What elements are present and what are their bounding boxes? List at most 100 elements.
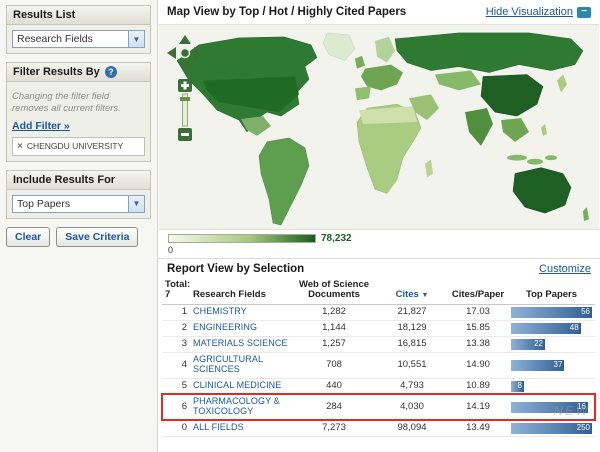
chevron-down-icon: ▼ [128, 31, 144, 47]
results-list-dropdown[interactable]: Research Fields ▼ [12, 30, 145, 48]
wos-documents-value: 1,144 [292, 320, 376, 337]
research-field-link[interactable]: AGRICULTURAL SCIENCES [193, 354, 263, 374]
world-map[interactable] [159, 24, 599, 230]
field-cell: ENGINEERING [190, 320, 292, 337]
cites-per-paper-value: 17.03 [448, 304, 508, 321]
top-papers-cell: 37 [508, 352, 595, 379]
top-papers-bar: 56 [511, 306, 592, 318]
field-cell: MATERIALS SCIENCE [190, 336, 292, 353]
filter-chip-label: CHENGDU UNIVERSITY [26, 141, 124, 152]
world-map-svg [176, 32, 589, 226]
cites-value: 18,129 [376, 320, 448, 337]
include-results-dropdown[interactable]: Top Papers ▼ [12, 194, 145, 213]
field-cell: PHARMACOLOGY & TOXICOLOGY [190, 394, 292, 421]
top-papers-bar: 22 [511, 338, 592, 350]
zoom-slider [180, 93, 190, 127]
field-cell: CLINICAL MEDICINE [190, 378, 292, 395]
column-cites-per-paper: Cites/Paper [448, 278, 508, 305]
research-field-link[interactable]: CLINICAL MEDICINE [193, 380, 281, 390]
legend-min-value: 0 [168, 245, 174, 255]
report-table: Total: 7 Research Fields Web of Science … [161, 278, 596, 437]
research-field-link[interactable]: ALL FIELDS [193, 422, 244, 432]
clear-button[interactable]: Clear [6, 226, 51, 247]
cites-per-paper-value: 14.19 [448, 394, 508, 421]
column-top-papers: Top Papers [508, 278, 595, 305]
row-number: 3 [162, 336, 190, 353]
table-row: 4 AGRICULTURAL SCIENCES 708 10,551 14.90 37 [162, 352, 595, 379]
top-papers-value: 16 [577, 401, 586, 411]
cites-value: 4,793 [376, 378, 448, 395]
research-field-link[interactable]: CHEMISTRY [193, 306, 247, 316]
row-number: 2 [162, 320, 190, 337]
wos-documents-value: 708 [292, 352, 376, 379]
research-field-link[interactable]: PHARMACOLOGY & TOXICOLOGY [193, 396, 280, 416]
wos-documents-value: 7,273 [292, 419, 376, 437]
top-papers-value: 250 [576, 422, 590, 432]
map-legend: 78,232 0 [158, 230, 600, 258]
results-list-dropdown-value: Research Fields [17, 33, 93, 45]
legend-gradient-bar [168, 234, 316, 243]
chevron-down-icon: ▼ [128, 195, 144, 212]
hide-visualization-link[interactable]: Hide Visualization − [486, 6, 591, 18]
top-papers-cell: 56 [508, 304, 595, 321]
sort-desc-icon: ▼ [421, 292, 429, 300]
research-field-link[interactable]: MATERIALS SCIENCE [193, 338, 288, 348]
zoom-in-icon [178, 79, 192, 92]
total-header: Total: 7 [162, 278, 190, 305]
top-papers-value: 8 [517, 380, 522, 390]
report-view-title: Report View by Selection [167, 262, 305, 275]
hide-visualization-label: Hide Visualization [485, 6, 573, 18]
sidebar: Results List Research Fields ▼ Filter Re… [0, 0, 158, 452]
pan-control-icon [167, 35, 203, 71]
cites-value: 98,094 [376, 419, 448, 437]
top-papers-bar: 48 [511, 322, 592, 334]
filter-panel: Filter Results By ? Changing the filter … [6, 62, 151, 162]
wos-documents-value: 1,282 [292, 304, 376, 321]
top-papers-value: 56 [581, 306, 590, 316]
row-number: 6 [162, 394, 190, 421]
field-cell: CHEMISTRY [190, 304, 292, 321]
row-number: 1 [162, 304, 190, 321]
top-papers-cell: 48 [508, 320, 595, 337]
research-field-link[interactable]: ENGINEERING [193, 322, 257, 332]
map-view-title: Map View by Top / Hot / Highly Cited Pap… [167, 6, 407, 18]
customize-link[interactable]: Customize [539, 263, 591, 275]
column-wos-documents: Web of Science Documents [292, 278, 376, 305]
results-list-title: Results List [7, 6, 150, 25]
column-cites[interactable]: Cites ▼ [376, 278, 448, 305]
cites-per-paper-value: 14.90 [448, 352, 508, 379]
cites-sort-link[interactable]: Cites [396, 289, 419, 300]
table-row: 1 CHEMISTRY 1,282 21,827 17.03 56 [162, 304, 595, 321]
main-area: Map View by Top / Hot / Highly Cited Pap… [158, 0, 600, 452]
row-number: 4 [162, 352, 190, 379]
cites-per-paper-value: 10.89 [448, 378, 508, 395]
top-papers-cell: 250 [508, 419, 595, 437]
cites-value: 21,827 [376, 304, 448, 321]
include-results-panel: Include Results For Top Papers ▼ [6, 169, 151, 219]
remove-filter-icon[interactable]: × [17, 141, 23, 152]
top-papers-bar: 8 [511, 380, 592, 392]
cites-value: 4,030 [376, 394, 448, 421]
top-papers-value: 22 [534, 338, 544, 348]
top-papers-value: 37 [553, 359, 563, 369]
field-cell: ALL FIELDS [190, 419, 292, 437]
save-criteria-button[interactable]: Save Criteria [56, 226, 139, 247]
cites-value: 10,551 [376, 352, 448, 379]
table-row: 5 CLINICAL MEDICINE 440 4,793 10.89 8 [162, 378, 595, 395]
help-icon[interactable]: ? [104, 66, 117, 78]
row-number: 0 [162, 419, 190, 437]
cites-per-paper-value: 13.49 [448, 419, 508, 437]
filter-title: Filter Results By [13, 66, 100, 78]
cites-value: 16,815 [376, 336, 448, 353]
field-cell: AGRICULTURAL SCIENCES [190, 352, 292, 379]
add-filter-link[interactable]: Add Filter » [12, 120, 70, 132]
zoom-out-icon [178, 128, 192, 141]
top-papers-bar: 37 [511, 359, 592, 371]
legend-max-value: 78,232 [321, 233, 352, 244]
include-results-dropdown-value: Top Papers [17, 197, 71, 210]
table-row: 3 MATERIALS SCIENCE 1,257 16,815 13.38 22 [162, 336, 595, 353]
filter-chip: × CHENGDU UNIVERSITY [17, 141, 140, 152]
cites-per-paper-value: 15.85 [448, 320, 508, 337]
table-row: 0 ALL FIELDS 7,273 98,094 13.49 250 [162, 419, 595, 437]
results-list-panel: Results List Research Fields ▼ [6, 5, 151, 54]
